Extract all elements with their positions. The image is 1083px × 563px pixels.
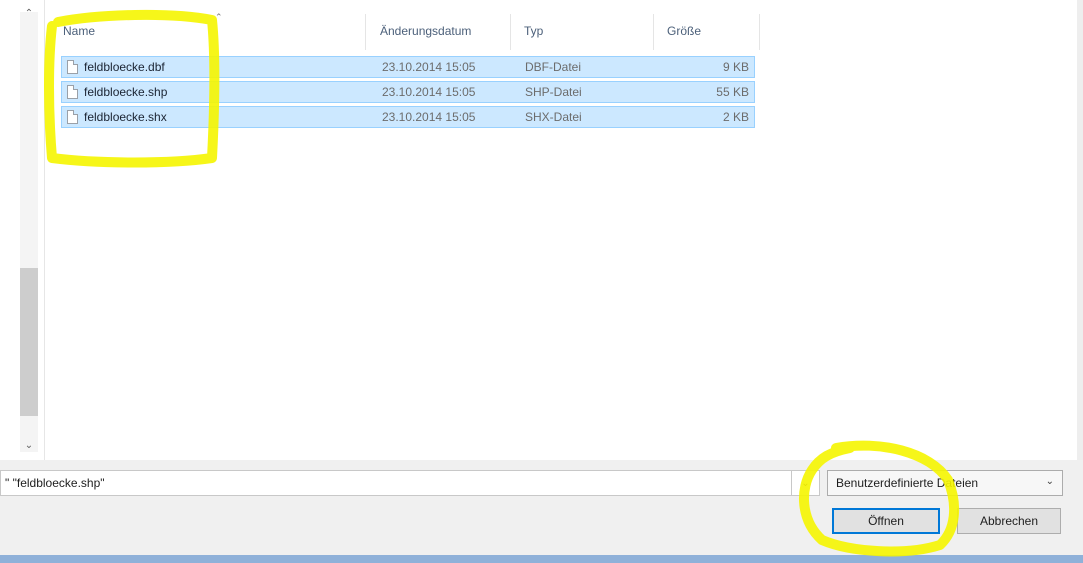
- file-type: SHX-Datei: [525, 110, 582, 124]
- file-size: 9 KB: [722, 60, 749, 74]
- file-date: 23.10.2014 15:05: [382, 110, 476, 124]
- column-divider[interactable]: [510, 14, 511, 50]
- pane-edge: [1077, 0, 1083, 460]
- file-row[interactable]: feldbloecke.shp 23.10.2014 15:05 SHP-Dat…: [61, 81, 755, 103]
- text-document-icon: [67, 110, 78, 124]
- file-name: feldbloecke.dbf: [84, 60, 165, 74]
- scroll-up-icon[interactable]: ⌃: [20, 6, 38, 20]
- open-button[interactable]: Öffnen: [832, 508, 940, 534]
- file-open-dialog: ⌃ ⌄ ⌃ Name Änderungsdatum Typ Größe feld…: [0, 0, 1083, 563]
- blank-document-icon: [67, 60, 78, 74]
- filename-input[interactable]: [0, 470, 792, 496]
- column-header-type[interactable]: Typ: [524, 24, 543, 38]
- file-name: feldbloecke.shx: [84, 110, 167, 124]
- file-row[interactable]: feldbloecke.shx 23.10.2014 15:05 SHX-Dat…: [61, 106, 755, 128]
- column-header-row: ⌃ Name Änderungsdatum Typ Größe: [55, 12, 765, 54]
- filename-history-chevron-down-icon[interactable]: ⌄: [792, 470, 820, 496]
- file-date: 23.10.2014 15:05: [382, 60, 476, 74]
- taskbar-edge: [0, 555, 1083, 563]
- scroll-down-icon[interactable]: ⌄: [20, 438, 38, 452]
- column-divider[interactable]: [759, 14, 760, 50]
- file-type: SHP-Datei: [525, 85, 582, 99]
- column-header-name[interactable]: Name: [63, 24, 95, 38]
- file-type-filter-label: Benutzerdefinierte Dateien: [836, 476, 979, 490]
- text-document-icon: [67, 85, 78, 99]
- column-header-size[interactable]: Größe: [667, 24, 701, 38]
- file-type: DBF-Datei: [525, 60, 582, 74]
- dialog-footer: ⌄ Benutzerdefinierte Dateien ⌄ Öffnen Ab…: [0, 460, 1083, 563]
- file-size: 55 KB: [716, 85, 749, 99]
- file-list-pane: ⌃ Name Änderungsdatum Typ Größe feldbloe…: [45, 0, 1077, 460]
- column-divider[interactable]: [653, 14, 654, 50]
- column-divider[interactable]: [365, 14, 366, 50]
- file-size: 2 KB: [722, 110, 749, 124]
- cancel-button[interactable]: Abbrechen: [957, 508, 1061, 534]
- scrollbar-thumb[interactable]: [20, 268, 38, 416]
- file-date: 23.10.2014 15:05: [382, 85, 476, 99]
- file-row[interactable]: feldbloecke.dbf 23.10.2014 15:05 DBF-Dat…: [61, 56, 755, 78]
- column-header-date[interactable]: Änderungsdatum: [380, 24, 471, 38]
- sort-ascending-icon: ⌃: [215, 12, 223, 22]
- file-type-filter-select[interactable]: Benutzerdefinierte Dateien ⌄: [827, 470, 1063, 496]
- file-name: feldbloecke.shp: [84, 85, 168, 99]
- chevron-down-icon: ⌄: [1045, 476, 1054, 487]
